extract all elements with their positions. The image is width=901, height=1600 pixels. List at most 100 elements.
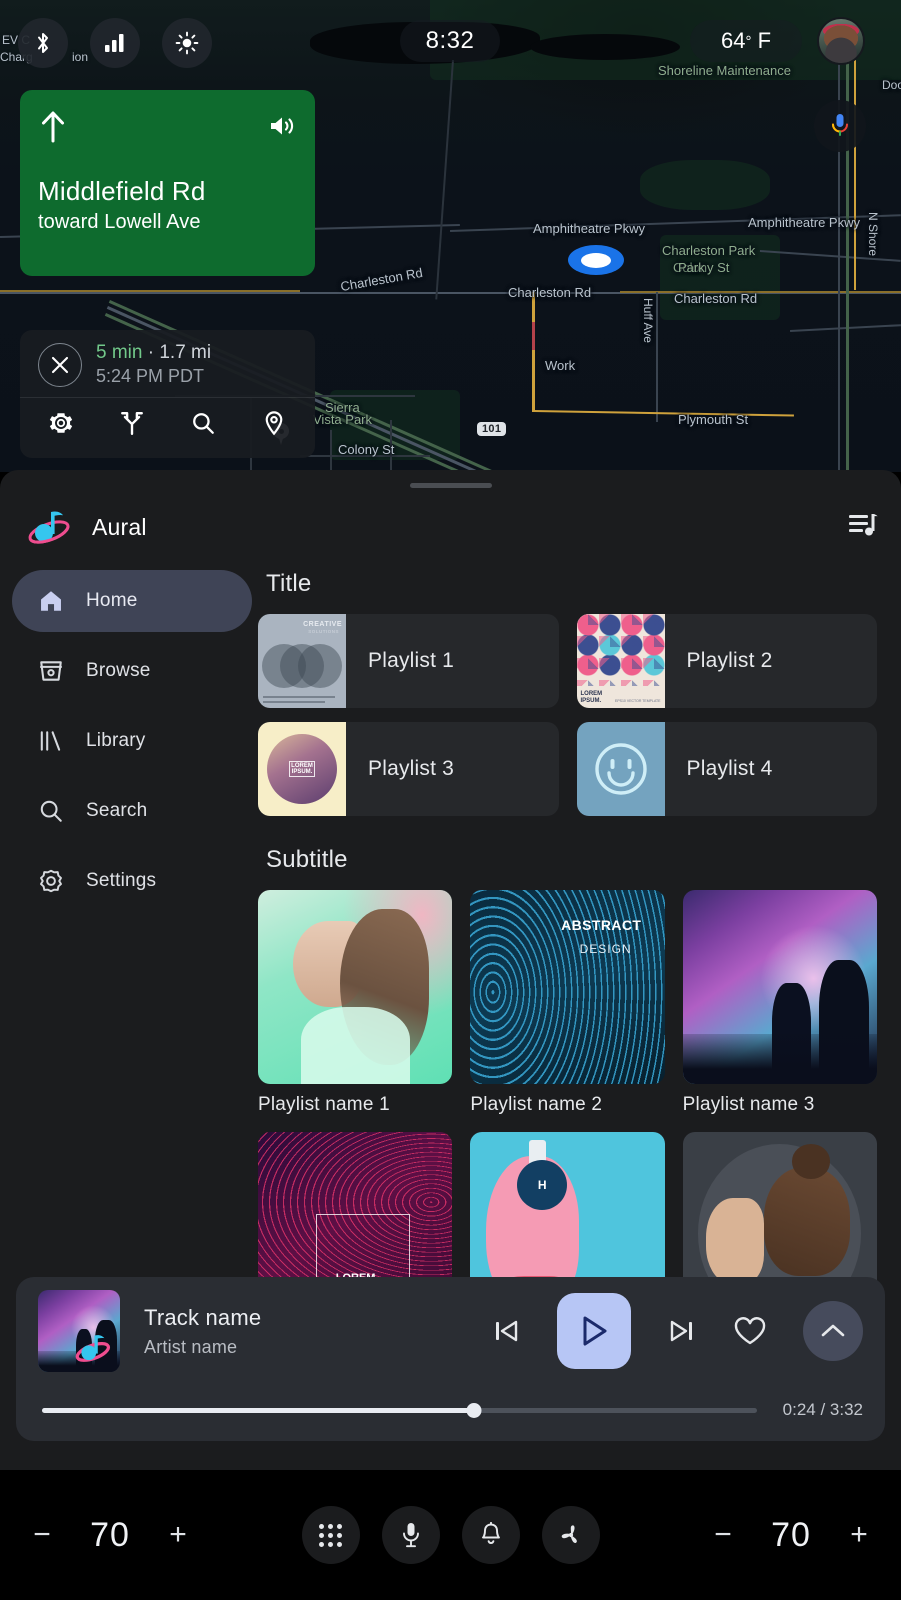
sidebar-item-browse[interactable]: Browse <box>12 640 252 702</box>
aural-logo-icon <box>75 1335 111 1363</box>
highway-shield-101: 101 <box>477 422 507 436</box>
eta-duration: 5 min <box>96 342 143 363</box>
skip-previous-icon[interactable] <box>491 1316 521 1346</box>
map-label-charleston-rd-1: Charleston Rd <box>508 285 592 300</box>
music-app-header: Aural <box>0 488 901 548</box>
apps-grid-button[interactable] <box>301 1506 360 1564</box>
playlist-tile[interactable]: Playlist name 1 <box>258 890 453 1116</box>
smiley-face-icon <box>594 743 647 795</box>
map-park-area <box>640 160 770 210</box>
assistant-mic-button[interactable] <box>814 100 866 152</box>
volume-value-right: 70 <box>771 1515 811 1554</box>
playback-progress-slider[interactable] <box>42 1402 757 1418</box>
heart-outline-icon[interactable] <box>733 1315 767 1347</box>
queue-music-icon <box>849 513 878 535</box>
art-text-lorem: LOREM <box>580 691 603 698</box>
playlist-row-card[interactable]: Playlist 4 <box>576 722 877 816</box>
status-clock: 8:32 <box>400 20 500 62</box>
map-label-charleston-rd-2: Charleston Rd <box>674 291 758 306</box>
volume-up-button-right[interactable]: + <box>847 1518 871 1552</box>
brightness-status-chip[interactable] <box>162 18 212 68</box>
nav-street-name: Middlefield Rd <box>38 176 206 206</box>
map-current-location-marker <box>568 245 624 275</box>
sidebar-item-library[interactable]: Library <box>12 710 252 772</box>
playlist-row-card[interactable]: LOREM IPSUM. Playlist 3 <box>258 722 559 816</box>
cancel-navigation-button[interactable] <box>38 342 82 387</box>
home-icon <box>41 591 61 611</box>
sidebar-item-home[interactable]: Home <box>12 570 252 632</box>
playlist-tile[interactable]: Playlist name 3 <box>682 890 877 1116</box>
play-button[interactable] <box>557 1293 631 1369</box>
eta-card: 5 min · 1.7 mi 5:24 PM PDT <box>20 330 315 458</box>
playlist-row-grid: CREATIVE SOLUTIONS Playlist 1 LOREM IPSU… <box>258 614 877 816</box>
voice-assistant-button[interactable] <box>381 1506 440 1564</box>
volume-up-button-left[interactable]: + <box>166 1518 190 1552</box>
art-text-ipsum: IPSUM. <box>580 697 602 704</box>
now-playing-meta: Track name Artist name <box>144 1305 491 1358</box>
music-sidebar: Home Browse Library Search Settings <box>12 570 258 1327</box>
volume-on-icon[interactable] <box>269 114 297 138</box>
sidebar-item-label-home: Home <box>86 590 138 611</box>
map-label-amphitheatre-2: Amphitheatre Pkwy <box>748 215 860 230</box>
playlist-row-label: Playlist 1 <box>368 649 455 672</box>
bluetooth-status-chip[interactable] <box>18 18 68 68</box>
library-icon <box>40 731 61 751</box>
bluetooth-icon <box>38 33 48 53</box>
temperature-unit: F <box>757 28 772 53</box>
status-temperature[interactable]: 64 ° F <box>690 20 802 62</box>
playlist-tile-art: ABSTRACT DESIGN <box>470 890 665 1085</box>
art-text-abstract: ABSTRACT <box>561 917 642 934</box>
playlist-tile-label: Playlist name 2 <box>470 1094 603 1116</box>
playlist-tile[interactable]: ABSTRACT DESIGN Playlist name 2 <box>470 890 665 1116</box>
map-pin-work[interactable] <box>525 350 543 374</box>
volume-down-button-left[interactable]: − <box>30 1518 54 1552</box>
map-road <box>620 291 901 293</box>
sidebar-item-label-search: Search <box>86 800 148 821</box>
artist-name: Artist name <box>144 1336 238 1357</box>
progress-knob[interactable] <box>466 1402 482 1418</box>
navigation-instruction-card[interactable]: Middlefield Rd toward Lowell Ave <box>20 90 315 276</box>
playlist-thumbnail: LOREM IPSUM. EPS10 VECTOR TEMPLATE <box>576 614 665 708</box>
playlist-thumbnail <box>576 722 665 816</box>
map-label-charleston-park-1: Charleston Park <box>662 243 756 258</box>
sidebar-item-settings[interactable]: Settings <box>12 850 252 912</box>
queue-button[interactable] <box>849 512 879 543</box>
map-label-colony-st: Colony St <box>338 442 395 457</box>
signal-status-chip[interactable] <box>90 18 140 68</box>
art-text-solutions: SOLUTIONS <box>308 629 339 634</box>
now-playing-album-art[interactable] <box>38 1290 120 1372</box>
now-playing-bar: Track name Artist name 0:24 / 3:32 <box>16 1277 885 1441</box>
expand-player-button[interactable] <box>803 1301 863 1361</box>
volume-down-button-right[interactable]: − <box>711 1518 735 1552</box>
search-icon[interactable] <box>190 410 216 436</box>
playlist-tile-art <box>682 890 877 1085</box>
map-landmass <box>530 34 680 60</box>
playback-controls <box>491 1293 863 1369</box>
sidebar-item-label-browse: Browse <box>86 660 151 681</box>
settings-icon[interactable] <box>48 410 74 436</box>
sidebar-item-search[interactable]: Search <box>12 780 252 842</box>
playlist-tile-art <box>258 890 453 1085</box>
user-avatar[interactable] <box>817 17 865 65</box>
map-label-vista-park: Vista Park <box>313 412 373 427</box>
place-pin-icon[interactable] <box>261 410 287 436</box>
map-label-park-word: Park <box>678 260 705 275</box>
playlist-row-card[interactable]: CREATIVE SOLUTIONS Playlist 1 <box>258 614 559 708</box>
app-name: Aural <box>92 513 147 540</box>
play-icon <box>583 1316 607 1346</box>
playlist-row-card[interactable]: LOREM IPSUM. EPS10 VECTOR TEMPLATE Playl… <box>576 614 877 708</box>
map-pin-shoreline[interactable] <box>772 60 790 84</box>
climate-button[interactable] <box>541 1506 600 1564</box>
map-road <box>854 60 856 290</box>
notifications-button[interactable] <box>461 1506 520 1564</box>
playlist-row-label: Playlist 4 <box>686 757 773 780</box>
skip-next-icon[interactable] <box>667 1316 697 1346</box>
playlist-tile-grid: Playlist name 1 ABSTRACT DESIGN Playlist… <box>258 890 877 1116</box>
assistant-mic-icon <box>832 114 848 136</box>
search-icon <box>40 800 62 822</box>
map-road <box>656 292 658 422</box>
system-navigation-bar: − 70 + − 70 + <box>0 1470 901 1600</box>
map-road <box>330 430 332 472</box>
nav-toward-text: toward Lowell Ave <box>38 211 201 233</box>
route-alternatives-icon[interactable] <box>119 410 145 436</box>
